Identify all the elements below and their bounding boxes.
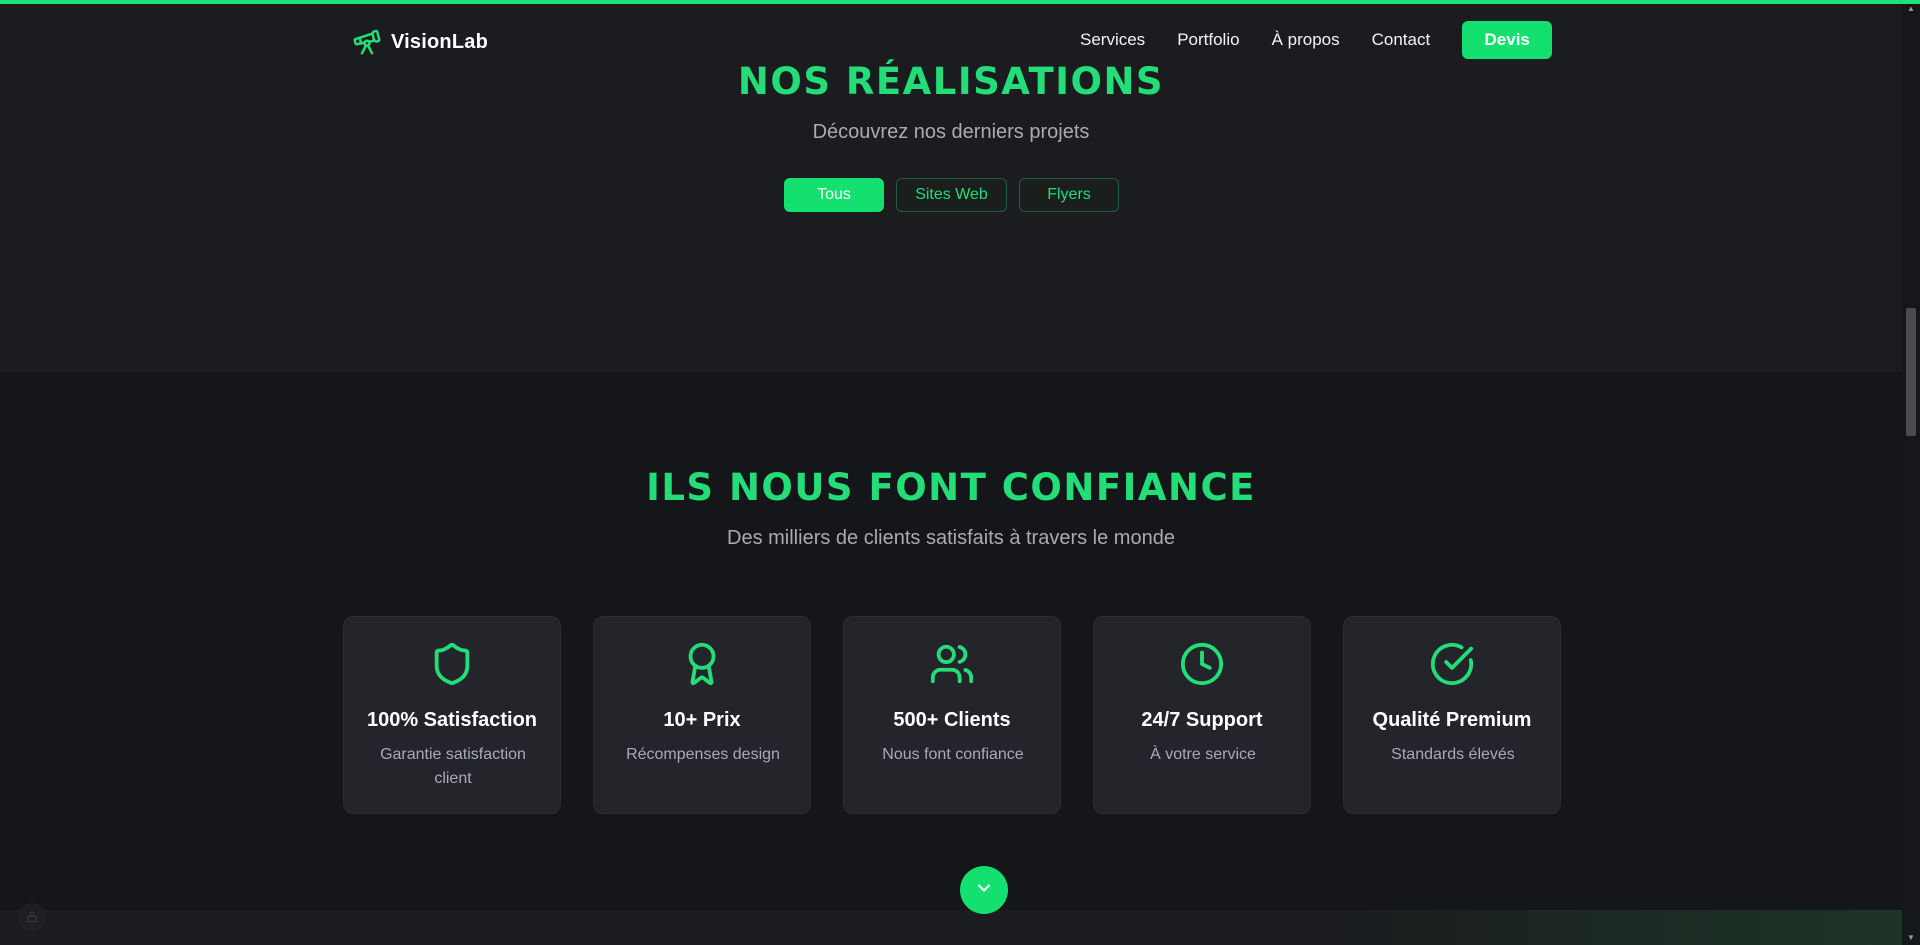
scroll-down-button[interactable]	[960, 866, 1008, 914]
nav-link-portfolio[interactable]: Portfolio	[1177, 21, 1239, 59]
portfolio-filters: Tous Sites Web Flyers	[784, 178, 1119, 212]
realisations-subtitle: Découvrez nos derniers projets	[812, 121, 1090, 143]
trust-section: ILS NOUS FONT CONFIANCE Des milliers de …	[0, 372, 1902, 910]
card-description: Nous font confiance	[882, 746, 1024, 763]
scrollbar-thumb[interactable]	[1906, 308, 1916, 436]
clock-icon	[1094, 641, 1310, 689]
users-icon	[844, 641, 1060, 689]
card-description: Standards élevés	[1391, 746, 1515, 763]
trust-cards: 100% Satisfaction Garantie satisfaction …	[343, 616, 1561, 814]
nav-link-contact[interactable]: Contact	[1372, 21, 1431, 59]
devis-button[interactable]: Devis	[1462, 21, 1553, 59]
telescope-icon	[351, 26, 383, 58]
trust-card-satisfaction: 100% Satisfaction Garantie satisfaction …	[343, 616, 561, 814]
filter-sites-web-button[interactable]: Sites Web	[896, 178, 1007, 212]
card-title: 24/7 Support	[1141, 709, 1263, 731]
card-title: Qualité Premium	[1372, 709, 1532, 731]
filter-tous-button[interactable]: Tous	[784, 178, 884, 212]
next-section-edge	[0, 910, 1902, 945]
card-description: Garantie satisfaction client	[380, 746, 526, 787]
scroll-down-arrow-icon[interactable]: ▼	[1902, 929, 1920, 945]
trust-title: ILS NOUS FONT CONFIANCE	[646, 466, 1256, 509]
award-icon	[594, 641, 810, 689]
main-nav: Services Portfolio À propos Contact Devi…	[1080, 21, 1553, 59]
card-title: 500+ Clients	[893, 709, 1011, 731]
filter-flyers-button[interactable]: Flyers	[1019, 178, 1119, 212]
lock-icon[interactable]	[18, 903, 46, 931]
trust-subtitle: Des milliers de clients satisfaits à tra…	[727, 527, 1175, 549]
nav-link-a-propos[interactable]: À propos	[1272, 21, 1340, 59]
card-title: 10+ Prix	[663, 709, 741, 731]
check-circle-icon	[1344, 641, 1560, 689]
header: VisionLab Services Portfolio À propos Co…	[0, 4, 1902, 76]
trust-card-prix: 10+ Prix Récompenses design	[593, 616, 811, 814]
page-scrollbar[interactable]: ▲ ▼	[1902, 0, 1920, 945]
chevron-down-icon	[974, 878, 994, 903]
brand-name: VisionLab	[391, 30, 489, 53]
shield-icon	[344, 641, 560, 689]
nav-link-services[interactable]: Services	[1080, 21, 1145, 59]
logo[interactable]: VisionLab	[351, 26, 488, 58]
trust-card-clients: 500+ Clients Nous font confiance	[843, 616, 1061, 814]
trust-card-qualite: Qualité Premium Standards élevés	[1343, 616, 1561, 814]
card-title: 100% Satisfaction	[366, 709, 538, 731]
card-description: À votre service	[1150, 746, 1256, 763]
trust-card-support: 24/7 Support À votre service	[1093, 616, 1311, 814]
card-description: Récompenses design	[626, 746, 780, 763]
top-accent-line	[0, 0, 1920, 4]
